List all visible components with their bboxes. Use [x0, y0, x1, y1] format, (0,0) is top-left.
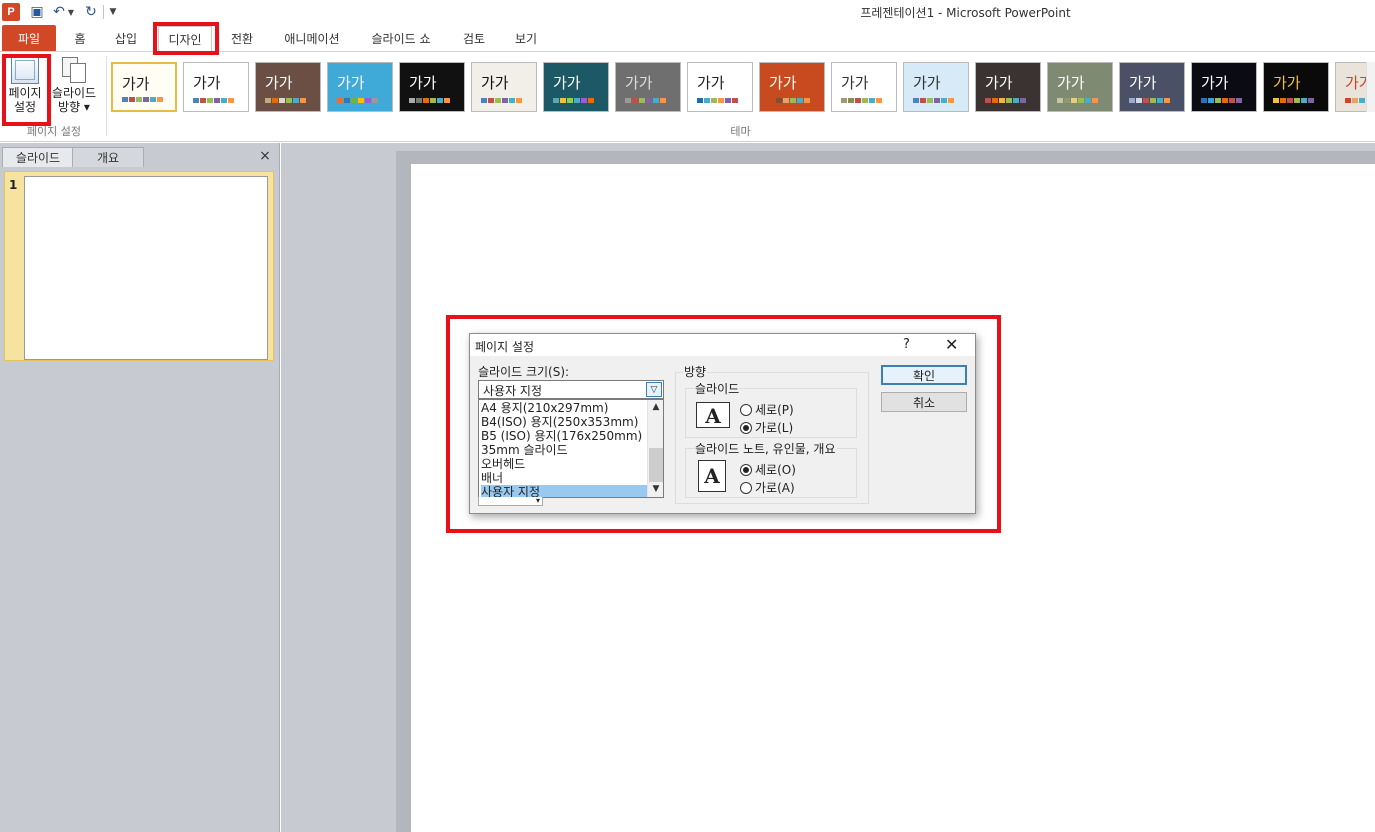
highlight-page-setup-button	[2, 54, 51, 126]
theme-color-swatches	[841, 98, 882, 103]
tab-file[interactable]: 파일	[2, 25, 56, 51]
theme-thumbnail[interactable]: 가가	[1191, 62, 1257, 112]
highlight-page-setup-dialog	[446, 315, 1001, 533]
highlight-design-tab	[153, 22, 219, 55]
tab-slides[interactable]: 슬라이드	[2, 147, 74, 167]
theme-sample-text: 가가	[841, 74, 869, 92]
theme-sample-text: 가가	[625, 74, 653, 92]
theme-color-swatches	[625, 98, 666, 103]
window-title: 프레젠테이션1 - Microsoft PowerPoint	[0, 4, 1375, 21]
title-bar: P ▣ ↶ ▼ ↻ ▼ 프레젠테이션1 - Microsoft PowerPoi…	[0, 0, 1375, 24]
slide-number: 1	[9, 178, 18, 192]
theme-color-swatches	[769, 98, 810, 103]
theme-sample-text: 가가	[1201, 74, 1229, 92]
theme-thumbnail[interactable]: 가가	[255, 62, 321, 112]
window-title-text: 프레젠테이션1 - Microsoft PowerPoint	[860, 6, 1071, 20]
theme-color-swatches	[1201, 98, 1242, 103]
theme-thumbnail[interactable]: 가가	[903, 62, 969, 112]
slide-orientation-button[interactable]: 슬라이드 방향 ▾	[48, 56, 100, 114]
theme-thumbnail[interactable]: 가가	[111, 62, 177, 112]
theme-thumbnail[interactable]: 가가	[399, 62, 465, 112]
theme-thumbnail[interactable]: 가가	[183, 62, 249, 112]
close-pane-icon[interactable]: ×	[258, 149, 272, 163]
ribbon: 페이지 설정 슬라이드 방향 ▾ 페이지 설정 가가 가가 가가 가가 가가 가가 가가 가가…	[0, 52, 1375, 142]
theme-thumbnail[interactable]: 가가	[1119, 62, 1185, 112]
theme-thumbnail[interactable]: 가가	[831, 62, 897, 112]
theme-thumbnail[interactable]: 가가	[759, 62, 825, 112]
pane-tabs: 슬라이드 개요 ×	[0, 145, 280, 167]
tab-transitions[interactable]: 전환	[222, 26, 262, 51]
theme-thumbnail[interactable]: 가가	[543, 62, 609, 112]
theme-color-swatches	[193, 98, 234, 103]
theme-sample-text: 가가	[265, 74, 293, 92]
theme-color-swatches	[1273, 98, 1314, 103]
group-label-themes: 테마	[730, 125, 751, 138]
theme-sample-text: 가가	[769, 74, 797, 92]
theme-color-swatches	[409, 98, 450, 103]
tab-animations[interactable]: 애니메이션	[276, 26, 348, 51]
theme-color-swatches	[913, 98, 954, 103]
slide-orientation-icon	[60, 56, 88, 84]
theme-thumbnail[interactable]: 가가	[1047, 62, 1113, 112]
theme-sample-text: 가가	[913, 74, 941, 92]
theme-thumbnail[interactable]: 가가	[615, 62, 681, 112]
theme-sample-text: 가가	[1273, 74, 1301, 92]
tab-home[interactable]: 홈	[64, 26, 96, 51]
theme-sample-text: 가가	[193, 74, 221, 92]
theme-color-swatches	[553, 98, 594, 103]
slide-orientation-label-1: 슬라이드	[51, 86, 97, 100]
tab-review[interactable]: 검토	[454, 26, 494, 51]
theme-sample-text: 가가	[697, 74, 725, 92]
gallery-scrollbar[interactable]	[1366, 62, 1375, 112]
theme-thumbnail[interactable]: 가가	[471, 62, 537, 112]
slide-thumbnail[interactable]	[24, 176, 268, 360]
theme-color-swatches	[1057, 98, 1098, 103]
theme-thumbnail[interactable]: 가가	[687, 62, 753, 112]
theme-color-swatches	[481, 98, 522, 103]
theme-thumbnail[interactable]: 가가	[1263, 62, 1329, 112]
theme-color-swatches	[122, 97, 163, 102]
tab-outline[interactable]: 개요	[72, 147, 144, 167]
theme-thumbnail[interactable]: 가가	[975, 62, 1041, 112]
theme-sample-text: 가가	[1057, 74, 1085, 92]
theme-sample-text: 가가	[122, 75, 150, 93]
theme-sample-text: 가가	[1129, 74, 1157, 92]
tab-insert[interactable]: 삽입	[106, 26, 146, 51]
theme-color-swatches	[1129, 98, 1170, 103]
theme-sample-text: 가가	[985, 74, 1013, 92]
tab-view[interactable]: 보기	[506, 26, 546, 51]
tab-slide-show[interactable]: 슬라이드 쇼	[362, 26, 440, 51]
theme-color-swatches	[265, 98, 306, 103]
theme-color-swatches	[697, 98, 738, 103]
theme-color-swatches	[985, 98, 1026, 103]
theme-sample-text: 가가	[481, 74, 509, 92]
theme-sample-text: 가가	[553, 74, 581, 92]
theme-color-swatches	[337, 98, 378, 103]
slides-pane: 슬라이드 개요 × 1	[0, 143, 280, 832]
slide-orientation-label-2: 방향 ▾	[58, 100, 90, 114]
theme-sample-text: 가가	[409, 74, 437, 92]
theme-sample-text: 가가	[337, 74, 365, 92]
theme-thumbnail[interactable]: 가가	[327, 62, 393, 112]
